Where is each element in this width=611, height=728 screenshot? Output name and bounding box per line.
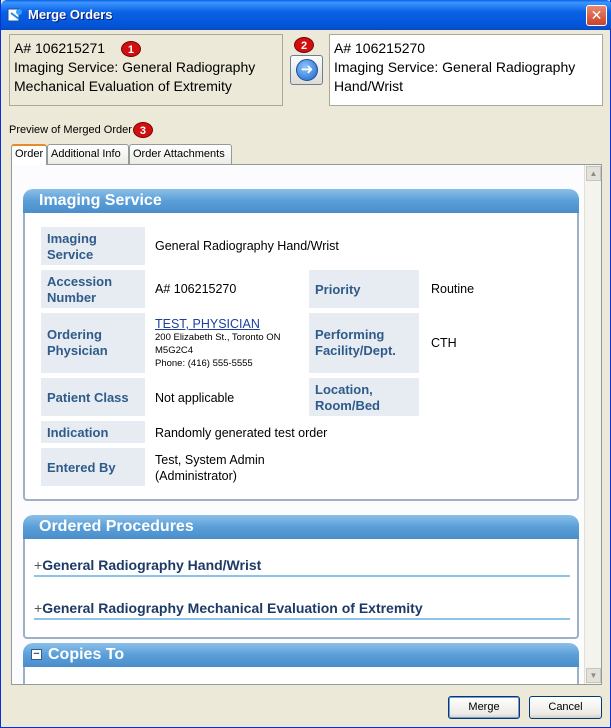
app-icon (7, 8, 22, 22)
target-order-box: A# 106215270 Imaging Service: General Ra… (329, 34, 603, 106)
preview-label-text: Preview of Merged Order (9, 123, 132, 136)
order-preview-content: Imaging Service Imaging Service General … (11, 164, 602, 685)
entered-by-label: Entered By (41, 448, 145, 486)
imaging-service-panel: Imaging Service Imaging Service General … (23, 189, 579, 501)
close-button[interactable]: ✕ (586, 5, 607, 26)
target-service-line1: Imaging Service: General Radiography (334, 59, 576, 75)
procedure-item-mechanical-evaluation[interactable]: +General Radiography Mechanical Evaluati… (34, 600, 570, 620)
badge-2: 2 (294, 37, 314, 53)
tab-additional-info[interactable]: Additional Info (47, 144, 129, 164)
cancel-button[interactable]: Cancel (529, 696, 602, 719)
entered-by-line2: (Administrator) (155, 469, 237, 483)
physician-postal: M5G2C4 (155, 345, 194, 356)
target-service-line2: Hand/Wrist (334, 78, 403, 94)
source-order-box: A# 106215271 1 Imaging Service: General … (9, 34, 283, 106)
merge-orders-window: Merge Orders ✕ A# 106215271 1 Imaging Se… (0, 0, 611, 728)
performing-facility-value: CTH (431, 336, 457, 350)
ordering-physician-label: Ordering Physician (41, 313, 145, 373)
copies-to-header: − Copies To (23, 643, 579, 667)
entered-by-block: Test, System Admin (Administrator) (155, 452, 265, 484)
ordered-procedures-panel: Ordered Procedures +General Radiography … (23, 515, 579, 639)
location-label: Location, Room/Bed (309, 378, 419, 416)
ordering-physician-block: TEST, PHYSICIAN 200 Elizabeth St., Toron… (155, 317, 281, 370)
physician-address: 200 Elizabeth St., Toronto ON (155, 332, 281, 343)
imaging-service-header: Imaging Service (23, 189, 579, 213)
imaging-service-value: General Radiography Hand/Wrist (155, 239, 339, 253)
indication-label: Indication (41, 421, 145, 443)
ordered-procedures-header: Ordered Procedures (23, 515, 579, 539)
imaging-service-label: Imaging Service (41, 227, 145, 265)
vertical-scrollbar[interactable]: ▲ ▼ (584, 165, 601, 684)
entered-by-line1: Test, System Admin (155, 453, 265, 467)
physician-phone: Phone: (416) 555-5555 (155, 358, 253, 369)
merge-button[interactable]: Merge (448, 696, 520, 719)
collapse-icon[interactable]: − (31, 649, 42, 661)
badge-3: 3 (132, 122, 153, 138)
copies-to-title: Copies To (48, 646, 125, 663)
copies-to-panel: − Copies To (23, 643, 579, 684)
arrow-right-icon: ➜ (296, 59, 318, 81)
merge-direction-button[interactable]: ➜ (290, 55, 323, 85)
patient-class-label: Patient Class (41, 378, 145, 416)
tab-order-attachments[interactable]: Order Attachments (129, 144, 232, 164)
preview-scroll-area: Imaging Service Imaging Service General … (12, 165, 585, 684)
source-accession: A# 106215271 (14, 40, 106, 56)
indication-value: Randomly generated test order (155, 426, 328, 440)
preview-label: Preview of Merged Order 3 (9, 122, 153, 138)
target-accession: A# 106215270 (334, 40, 426, 56)
physician-link[interactable]: TEST, PHYSICIAN (155, 317, 281, 331)
priority-value: Routine (431, 282, 475, 296)
title-bar: Merge Orders ✕ (1, 0, 611, 30)
accession-label: Accession Number (41, 270, 145, 308)
expand-icon: + (34, 557, 43, 573)
procedure-item-hand-wrist[interactable]: +General Radiography Hand/Wrist (34, 557, 570, 577)
performing-facility-label: Performing Facility/Dept. (309, 313, 419, 373)
tab-order[interactable]: Order (11, 144, 47, 165)
priority-label: Priority (309, 270, 419, 308)
badge-1: 1 (120, 41, 141, 58)
window-title: Merge Orders (28, 7, 113, 22)
scroll-down-arrow-icon[interactable]: ▼ (586, 668, 601, 683)
source-service-line2: Mechanical Evaluation of Extremity (14, 78, 232, 94)
procedure-label: General Radiography Hand/Wrist (42, 557, 262, 573)
procedure-label: General Radiography Mechanical Evaluatio… (42, 600, 423, 616)
patient-class-value: Not applicable (155, 391, 235, 405)
scroll-up-arrow-icon[interactable]: ▲ (586, 166, 601, 181)
accession-value: A# 106215270 (155, 282, 237, 296)
expand-icon: + (34, 600, 43, 616)
source-service-line1: Imaging Service: General Radiography (14, 59, 256, 75)
